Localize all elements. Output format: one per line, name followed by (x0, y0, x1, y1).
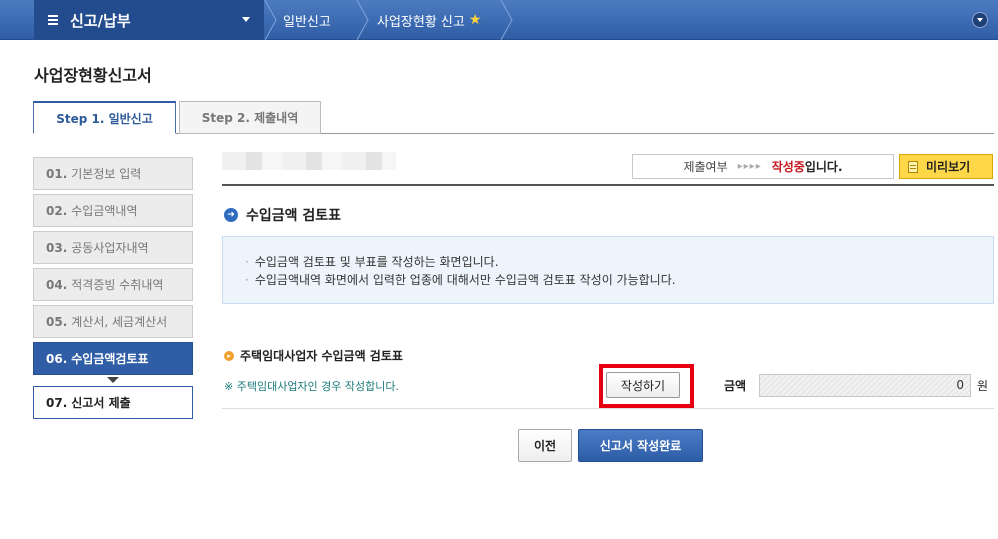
tab-step1[interactable]: Step 1. 일반신고 (33, 101, 176, 134)
breadcrumb-business-report[interactable]: 사업장현황 신고 ★ (377, 0, 481, 40)
redacted-user-info (222, 152, 396, 170)
step-item-06[interactable]: 06. 수입금액검토표 (33, 342, 193, 375)
bullet-icon: ▸ (224, 350, 234, 361)
write-button[interactable]: 작성하기 (606, 372, 680, 398)
top-nav-bar: 신고/납부 일반신고 사업장현황 신고 ★ (0, 0, 998, 40)
status-value: 작성중 (771, 160, 805, 174)
info-box: · 수입금액 검토표 및 부표를 작성하는 화면입니다. · 수입금액내역 화면에서… (222, 236, 994, 304)
page-title: 사업장현황신고서 (34, 66, 152, 85)
arrows-icon: ▸▸▸▸ (737, 161, 762, 172)
step-item-01[interactable]: 01. 기본정보 입력 (33, 157, 193, 190)
tab-step2[interactable]: Step 2. 제출내역 (179, 101, 321, 134)
menu-title: 신고/납부 (70, 11, 131, 30)
subsection-title: ▸ 주택임대사업자 수입금액 검토표 (224, 347, 403, 364)
step-item-04[interactable]: 04. 적격증빙 수취내역 (33, 268, 193, 301)
document-icon (908, 160, 918, 173)
section-title: ➜ 수입금액 검토표 (224, 205, 341, 225)
prev-button[interactable]: 이전 (518, 429, 572, 462)
info-line: · 수입금액 검토표 및 부표를 작성하는 화면입니다. (245, 255, 499, 269)
breadcrumb-separator-icon (264, 0, 277, 40)
breadcrumb-separator-icon (356, 0, 369, 40)
complete-report-button[interactable]: 신고서 작성완료 (578, 429, 703, 462)
tabs-divider (34, 133, 994, 134)
step-item-07[interactable]: 07. 신고서 제출 (33, 386, 193, 419)
divider (222, 408, 994, 409)
breadcrumb-general-report[interactable]: 일반신고 (283, 0, 331, 40)
step-item-03[interactable]: 03. 공동사업자내역 (33, 231, 193, 264)
step-item-05[interactable]: 05. 계산서, 세금계산서 (33, 305, 193, 338)
main-menu-button[interactable]: 신고/납부 (34, 0, 264, 40)
step-arrow-icon (107, 377, 119, 383)
hamburger-icon (48, 15, 58, 25)
step-item-02[interactable]: 02. 수입금액내역 (33, 194, 193, 227)
preview-button[interactable]: 미리보기 (899, 154, 993, 179)
caret-down-icon (242, 17, 250, 22)
currency-unit: 원 (977, 379, 989, 393)
amount-field: 0 (759, 374, 971, 397)
info-line: · 수입금액내역 화면에서 입력한 업종에 대해서만 수입금액 검토표 작성이 가… (245, 273, 676, 287)
divider (222, 184, 994, 186)
notice-text: ※ 주택임대사업자인 경우 작성합니다. (224, 380, 400, 393)
breadcrumb-separator-icon (500, 0, 513, 40)
amount-label: 금액 (724, 379, 747, 393)
chevron-down-icon[interactable] (972, 12, 988, 28)
submission-status: 제출여부 ▸▸▸▸ 작성중 입니다. (632, 154, 894, 179)
arrow-circle-icon: ➜ (224, 208, 238, 222)
star-icon[interactable]: ★ (469, 12, 482, 28)
